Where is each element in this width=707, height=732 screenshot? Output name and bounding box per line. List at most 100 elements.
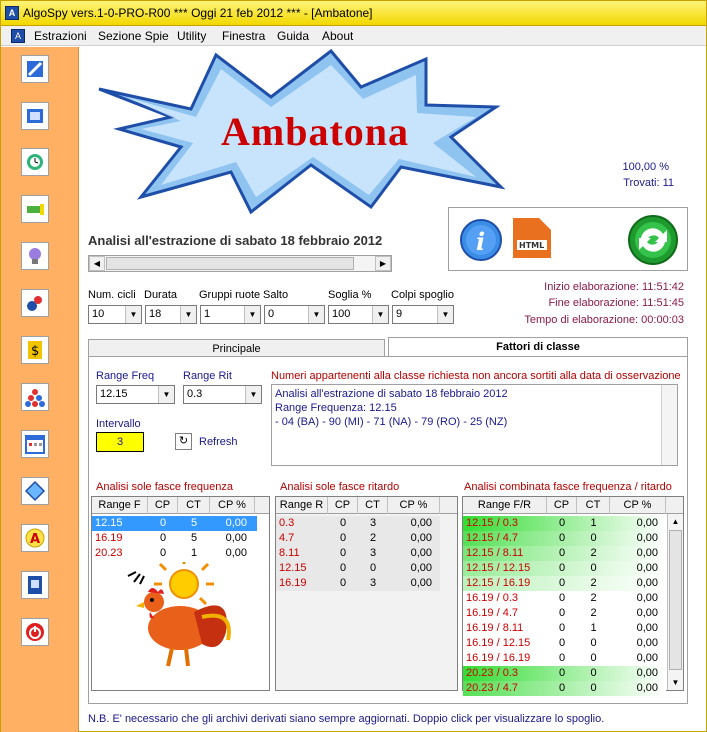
table-row[interactable]: 12.15 / 8.11 0 2 0,00 [463, 546, 666, 561]
table-row[interactable]: 20.23 0 1 0,00 [92, 546, 257, 561]
table-cell: 12.15 / 16.19 [466, 577, 531, 589]
scroll-thumb[interactable] [106, 257, 354, 270]
info-icon[interactable]: i [459, 218, 503, 262]
combo-table-scrollbar[interactable]: ▲ ▼ [667, 514, 683, 690]
scroll-thumb[interactable] [669, 530, 682, 670]
range-freq-select[interactable]: 12.15 ▼ [96, 385, 175, 404]
tool-button-pyramid[interactable] [21, 383, 49, 411]
tool-button-power[interactable] [21, 618, 49, 646]
tool-button-clock[interactable] [21, 148, 49, 176]
table-row[interactable]: 20.23 / 0.3 0 0 0,00 [463, 666, 666, 681]
durata-select[interactable]: 18 ▼ [145, 305, 197, 324]
menu-sezione-spie[interactable]: Sezione Spie [98, 29, 169, 43]
scroll-right-icon[interactable]: ▶ [375, 256, 391, 271]
chevron-down-icon[interactable]: ▼ [245, 386, 261, 403]
tab-fattori-di-classe[interactable]: Fattori di classe [388, 337, 688, 358]
refresh-icon[interactable]: ↻ [175, 433, 192, 450]
colpi-spoglio-select[interactable]: 9 ▼ [392, 305, 454, 324]
rooster-sun-image [127, 562, 231, 667]
table-cell: 0 [590, 682, 597, 694]
col-header[interactable]: CT [577, 497, 610, 514]
table-row[interactable]: 12.15 0 5 0,00 [92, 516, 257, 531]
col-header[interactable]: Range F [92, 497, 148, 514]
table-row[interactable]: 16.19 / 12.15 0 0 0,00 [463, 636, 666, 651]
table-row[interactable]: 0.3 0 3 0,00 [276, 516, 440, 531]
tool-button-flashlight[interactable] [21, 195, 49, 223]
col-header[interactable]: CP % [610, 497, 666, 514]
freq-table-caption: Analisi sole fasce frequenza [96, 481, 233, 493]
range-rit-select[interactable]: 0.3 ▼ [183, 385, 262, 404]
col-header[interactable]: CT [178, 497, 210, 514]
tool-button-book[interactable] [21, 102, 49, 130]
tool-button-diamond[interactable] [21, 477, 49, 505]
menu-about[interactable]: About [322, 29, 353, 43]
table-cell: 16.19 [279, 577, 307, 589]
col-header[interactable]: Range F/R [463, 497, 547, 514]
table-row[interactable]: 12.15 / 4.7 0 0 0,00 [463, 531, 666, 546]
tool-button-dollar[interactable]: $ [21, 336, 49, 364]
refresh-button[interactable]: Refresh [199, 436, 238, 448]
table-row[interactable]: 16.19 0 3 0,00 [276, 576, 440, 591]
chevron-down-icon[interactable]: ▼ [125, 306, 141, 323]
tool-button-notebook[interactable] [21, 571, 49, 599]
chevron-down-icon[interactable]: ▼ [244, 306, 260, 323]
num-cicli-select[interactable]: 10 ▼ [88, 305, 142, 324]
tool-button-lightbulb[interactable] [21, 242, 49, 270]
flashlight-icon [27, 204, 44, 215]
table-cell: 2 [590, 577, 597, 589]
numbers-textarea[interactable]: Analisi all'estrazione di sabato 18 febb… [271, 384, 678, 466]
chevron-down-icon[interactable]: ▼ [437, 306, 453, 323]
table-row[interactable]: 16.19 0 5 0,00 [92, 531, 257, 546]
table-row[interactable]: 8.11 0 3 0,00 [276, 546, 440, 561]
menu-finestra[interactable]: Finestra [222, 29, 265, 43]
table-cell: 0,00 [636, 682, 658, 694]
calendar-icon [25, 435, 45, 454]
chevron-down-icon[interactable]: ▼ [308, 306, 324, 323]
table-row[interactable]: 16.19 / 8.11 0 1 0,00 [463, 621, 666, 636]
table-row[interactable]: 16.19 / 4.7 0 2 0,00 [463, 606, 666, 621]
intervallo-input[interactable]: 3 [96, 432, 144, 452]
html-export-icon[interactable]: HTML [511, 216, 553, 260]
table-cell: 0,00 [410, 577, 432, 589]
table-row[interactable]: 16.19 / 0.3 0 2 0,00 [463, 591, 666, 606]
chevron-down-icon[interactable]: ▼ [180, 306, 196, 323]
table-cell: 0,00 [636, 652, 658, 664]
chevron-down-icon[interactable]: ▼ [158, 386, 174, 403]
tool-button-calendar[interactable] [21, 430, 49, 458]
table-row[interactable]: 4.7 0 2 0,00 [276, 531, 440, 546]
col-header[interactable]: CP [148, 497, 178, 514]
table-cell: 0 [590, 667, 597, 679]
gruppi-ruote-select[interactable]: 1 ▼ [200, 305, 261, 324]
menu-utility[interactable]: Utility [177, 29, 206, 43]
tool-button-lottery[interactable] [21, 289, 49, 317]
soglia-select[interactable]: 100 ▼ [328, 305, 389, 324]
col-header[interactable]: Range R [276, 497, 328, 514]
table-row[interactable]: 12.15 / 0.3 0 1 0,00 [463, 516, 666, 531]
col-header[interactable]: CT [358, 497, 388, 514]
table-row[interactable]: 16.19 / 16.19 0 0 0,00 [463, 651, 666, 666]
salto-select[interactable]: 0 ▼ [264, 305, 325, 324]
mdi-app-icon[interactable]: A [11, 29, 25, 43]
col-header[interactable]: CP % [210, 497, 255, 514]
combo-table-caption: Analisi combinata fasce frequenza / rita… [464, 481, 672, 493]
refresh-green-icon[interactable] [627, 214, 679, 266]
tool-button-pencil[interactable] [21, 55, 49, 83]
numbers-scrollbar[interactable] [661, 385, 677, 465]
col-header[interactable]: CP [547, 497, 577, 514]
table-cell: 0 [558, 532, 566, 544]
tool-button-letter-a[interactable]: A [21, 524, 49, 552]
action-icon-panel: i HTML [448, 207, 688, 271]
menu-estrazioni[interactable]: Estrazioni [34, 29, 87, 43]
table-row[interactable]: 12.15 / 16.19 0 2 0,00 [463, 576, 666, 591]
scroll-down-icon[interactable]: ▼ [668, 675, 683, 690]
table-row[interactable]: 12.15 / 12.15 0 0 0,00 [463, 561, 666, 576]
menu-guida[interactable]: Guida [277, 29, 309, 43]
col-header[interactable]: CP [328, 497, 358, 514]
col-header[interactable]: CP % [388, 497, 440, 514]
scroll-left-icon[interactable]: ◀ [89, 256, 105, 271]
table-row[interactable]: 12.15 0 0 0,00 [276, 561, 440, 576]
chevron-down-icon[interactable]: ▼ [372, 306, 388, 323]
table-row[interactable]: 20.23 / 4.7 0 0 0,00 [463, 681, 666, 696]
horizontal-scrollbar[interactable]: ◀ ▶ [88, 255, 392, 272]
scroll-up-icon[interactable]: ▲ [668, 514, 683, 529]
